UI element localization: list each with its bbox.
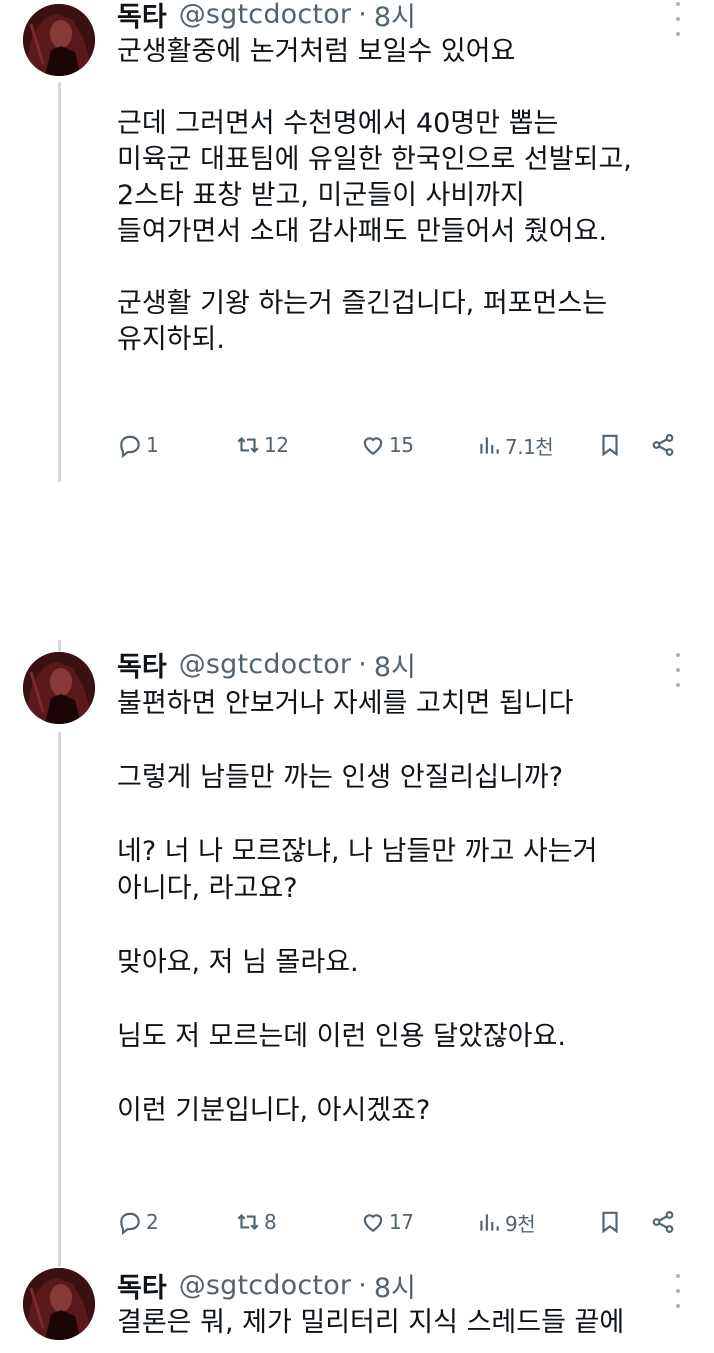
reply-icon [120,435,140,458]
avatar-image [23,652,95,724]
tweet-header: 독타 @sgtcdoctor · 8시 [117,1265,416,1305]
separator-dot: · [358,1269,367,1301]
view-count: 7.1천 [505,434,554,459]
share-icon [652,434,674,456]
retweet-button[interactable]: 8 [235,1206,277,1238]
thread-line [58,640,61,652]
thread-line [58,82,61,482]
tweet-text: 군생활중에 논거처럼 보일수 있어요 근데 그러면서 수천명에서 40명만 뽑는… [117,36,632,355]
bookmark-button[interactable] [597,429,623,461]
user-handle[interactable]: @sgtcdoctor [179,1270,352,1301]
retweet-count: 8 [264,1210,277,1234]
reply-count: 2 [146,1210,159,1234]
tweet-text: 결론은 뭐, 제가 밀리터리 지식 스레드들 끝에 [117,1307,625,1338]
reply-button[interactable]: 1 [117,429,159,461]
avatar-image [23,1268,95,1340]
like-button[interactable]: 15 [360,429,414,461]
heart-icon [363,437,383,455]
tweet-header: 독타 @sgtcdoctor · 8시 [117,0,416,34]
reply-count: 1 [146,433,159,457]
views-button[interactable]: 9천 [476,1206,536,1238]
display-name[interactable]: 독타 [117,1266,167,1305]
avatar[interactable] [23,4,95,76]
timestamp[interactable]: 8시 [374,1266,416,1305]
like-count: 17 [389,1210,414,1234]
views-chart-icon [480,1214,499,1231]
separator-dot: · [358,648,367,680]
retweet-icon [237,436,259,454]
view-count: 9천 [505,1211,536,1236]
views-button[interactable]: 7.1천 [476,429,554,461]
avatar[interactable] [23,1268,95,1340]
action-bar: 1 12 15 7.1천 [117,429,687,461]
avatar-image [23,4,95,76]
more-dots-icon[interactable] [668,1274,688,1308]
timestamp[interactable]: 8시 [374,0,416,34]
retweet-button[interactable]: 12 [235,429,289,461]
more-dots-icon[interactable] [668,2,688,36]
views-chart-icon [480,437,499,454]
action-bar: 2 8 17 9천 [117,1206,687,1238]
tweet-header: 독타 @sgtcdoctor · 8시 [117,644,416,684]
avatar[interactable] [23,652,95,724]
display-name[interactable]: 독타 [117,645,167,684]
like-count: 15 [389,433,414,457]
retweet-count: 12 [264,433,289,457]
user-handle[interactable]: @sgtcdoctor [179,0,352,30]
more-dots-icon[interactable] [668,653,688,687]
user-handle[interactable]: @sgtcdoctor [179,649,352,680]
reply-icon [120,1212,140,1235]
bookmark-icon [602,1211,618,1234]
tweet-text: 불편하면 안보거나 자세를 고치면 됩니다 그렇게 남들만 까는 인생 안질리십… [117,688,598,1126]
like-button[interactable]: 17 [360,1206,414,1238]
share-button[interactable] [650,429,676,461]
display-name[interactable]: 독타 [117,0,167,34]
share-button[interactable] [650,1206,676,1238]
thread-line [58,732,61,1267]
bookmark-icon [602,434,618,457]
separator-dot: · [358,0,367,30]
heart-icon [363,1214,383,1232]
share-icon [652,1211,674,1233]
timestamp[interactable]: 8시 [374,645,416,684]
retweet-icon [237,1213,259,1231]
reply-button[interactable]: 2 [117,1206,159,1238]
bookmark-button[interactable] [597,1206,623,1238]
